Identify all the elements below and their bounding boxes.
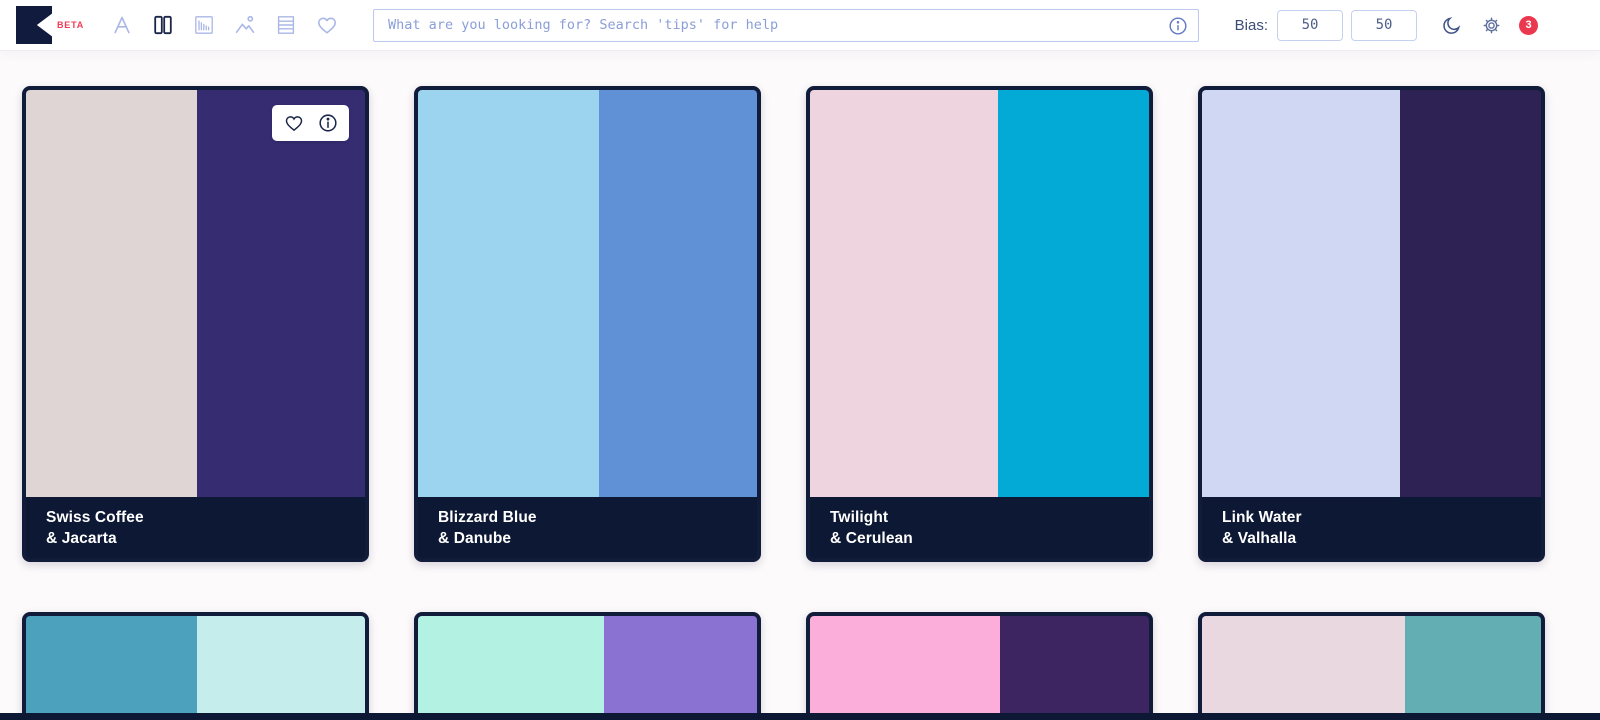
like-heart-icon[interactable] xyxy=(283,112,305,134)
search-input[interactable] xyxy=(373,8,1199,42)
color-swatch-right[interactable] xyxy=(599,90,757,497)
viewport-bottom-bar xyxy=(0,713,1600,720)
notification-badge[interactable]: 3 xyxy=(1519,15,1538,35)
gear-icon xyxy=(1483,17,1500,33)
nav-image[interactable] xyxy=(233,13,257,37)
search-info-button[interactable] xyxy=(1168,16,1188,36)
image-icon xyxy=(235,15,255,33)
moon-icon xyxy=(1443,16,1461,34)
nav-colors[interactable] xyxy=(151,13,175,37)
heart-icon xyxy=(318,17,337,34)
color-swatch-right[interactable] xyxy=(197,90,365,497)
card-footer: Swiss Coffee & Jacarta xyxy=(26,497,365,558)
color-swatch-right[interactable] xyxy=(197,616,365,720)
color-swatch-left[interactable] xyxy=(1202,616,1406,720)
palette-card-swiss-coffee-jacarta[interactable]: Swiss Coffee & Jacarta xyxy=(22,86,369,562)
palette-card-blizzard-blue-danube[interactable]: Blizzard Blue & Danube xyxy=(414,86,761,562)
poster-icon xyxy=(195,16,213,34)
card-hover-actions xyxy=(272,105,349,141)
palette-card-twilight-cerulean[interactable]: Twilight & Cerulean xyxy=(806,86,1153,562)
palette-card-row2-3[interactable] xyxy=(806,612,1153,720)
nav-gradient[interactable] xyxy=(274,13,298,37)
color-name-line1: Blizzard Blue xyxy=(438,509,537,526)
top-bar: BETA What are you looking for? Search 't… xyxy=(0,0,1600,50)
card-footer: Blizzard Blue & Danube xyxy=(418,497,757,558)
nav-poster[interactable] xyxy=(192,13,216,37)
rows-icon xyxy=(277,16,295,34)
bias-label: Bias: xyxy=(1234,16,1268,34)
color-name-line2: & Cerulean xyxy=(830,530,913,547)
color-swatch-left[interactable] xyxy=(810,90,999,497)
app-logo[interactable]: BETA xyxy=(16,6,84,44)
khroma-logo-icon xyxy=(16,6,52,44)
color-swatch-left[interactable] xyxy=(418,90,600,497)
color-name-line1: Twilight xyxy=(830,509,889,526)
nav-liked[interactable] xyxy=(315,13,339,37)
card-footer: Link Water & Valhalla xyxy=(1202,497,1541,558)
bias-input-1[interactable] xyxy=(1277,9,1343,41)
color-swatch-left[interactable] xyxy=(26,616,198,720)
beta-label: BETA xyxy=(57,20,85,30)
color-swatch-right[interactable] xyxy=(999,616,1149,720)
color-name-line2: & Jacarta xyxy=(46,530,117,547)
info-icon xyxy=(1169,16,1187,35)
palette-card-link-water-valhalla[interactable]: Link Water & Valhalla xyxy=(1198,86,1545,562)
palette-card-row2-1[interactable] xyxy=(22,612,369,720)
color-swatch-right[interactable] xyxy=(1400,90,1541,497)
color-swatch-right[interactable] xyxy=(1405,616,1541,720)
color-swatch-right[interactable] xyxy=(998,90,1149,497)
info-icon[interactable] xyxy=(318,113,338,133)
palette-grid: Swiss Coffee & Jacarta Blizzard Blue & D… xyxy=(0,50,1600,720)
main-nav xyxy=(110,13,339,37)
color-swatch-left[interactable] xyxy=(26,90,198,497)
color-name-line1: Link Water xyxy=(1222,509,1302,526)
color-swatch-left[interactable] xyxy=(418,616,605,720)
dark-mode-toggle[interactable] xyxy=(1441,15,1462,36)
letter-a-icon xyxy=(114,16,130,34)
color-swatch-right[interactable] xyxy=(604,616,757,720)
card-footer: Twilight & Cerulean xyxy=(810,497,1149,558)
search-bar xyxy=(373,8,1199,42)
bias-input-2[interactable] xyxy=(1351,9,1417,41)
color-name-line1: Swiss Coffee xyxy=(46,509,144,526)
settings-button[interactable] xyxy=(1482,16,1501,35)
columns-icon xyxy=(154,15,172,35)
palette-card-row2-2[interactable] xyxy=(414,612,761,720)
color-name-line2: & Danube xyxy=(438,530,512,547)
palette-card-row2-4[interactable] xyxy=(1198,612,1545,720)
nav-typography[interactable] xyxy=(110,13,134,37)
color-swatch-left[interactable] xyxy=(1202,90,1401,497)
color-swatch-left[interactable] xyxy=(810,616,1000,720)
color-name-line2: & Valhalla xyxy=(1222,530,1297,547)
